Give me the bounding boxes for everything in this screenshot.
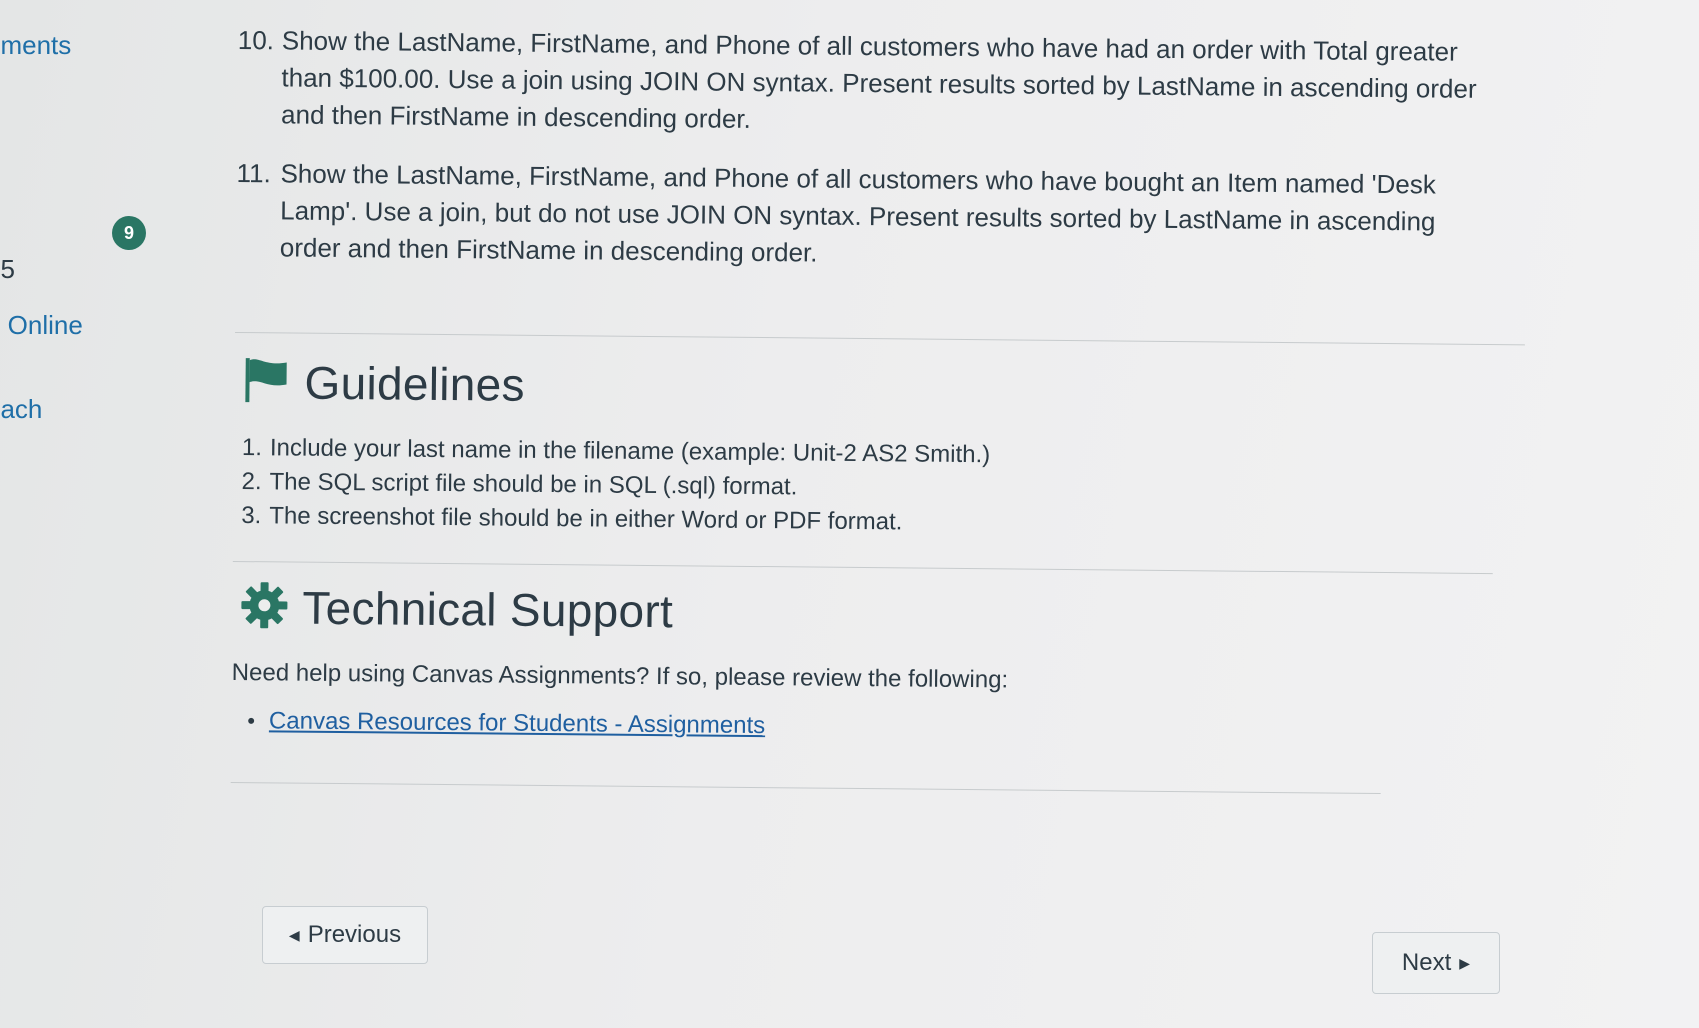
question-list: 10. Show the LastName, FirstName, and Ph… <box>236 22 1538 278</box>
bullet-icon: • <box>247 708 256 734</box>
nav-item-online[interactable]: e Online <box>0 310 83 341</box>
previous-label: Previous <box>307 921 402 948</box>
nav-item-assignments[interactable]: ements <box>0 30 71 61</box>
question-number: 11. <box>236 157 271 189</box>
divider <box>230 781 1381 795</box>
flag-icon <box>242 356 291 409</box>
divider <box>232 560 1493 575</box>
guideline-text: Include your last name in the filename (… <box>269 434 991 469</box>
guideline-number: 1. <box>241 434 263 462</box>
nav-item-number[interactable]: 55 <box>0 254 15 285</box>
divider <box>235 331 1525 346</box>
guideline-number: 3. <box>241 502 262 530</box>
support-title: Technical Support <box>302 581 674 638</box>
caret-right-icon: ▶ <box>1459 954 1471 971</box>
next-label: Next <box>1401 949 1452 976</box>
support-text: Need help using Canvas Assignments? If s… <box>231 658 1009 694</box>
support-header: Technical Support <box>240 580 1532 646</box>
support-link-item: • Canvas Resources for Students - Assign… <box>247 704 1531 750</box>
question-text: Show the LastName, FirstName, and Phone … <box>280 25 1477 134</box>
question-number: 10. <box>237 24 275 56</box>
unread-count-badge: 9 <box>112 216 146 250</box>
guideline-text: The SQL script file should be in SQL (.s… <box>269 468 798 501</box>
question-text: Show the LastName, FirstName, and Phone … <box>279 158 1436 268</box>
guideline-number: 2. <box>241 468 262 496</box>
guideline-text: The screenshot file should be in either … <box>269 502 903 536</box>
guidelines-header: Guidelines <box>242 355 1534 421</box>
canvas-resources-link[interactable]: Canvas Resources for Students - Assignme… <box>269 704 766 743</box>
course-nav: ements 9 55 e Online pach <box>0 0 200 1028</box>
support-links: • Canvas Resources for Students - Assign… <box>247 704 1531 750</box>
gear-icon <box>240 581 289 634</box>
previous-button[interactable]: ◀ Previous <box>262 906 428 964</box>
question-item: 11. Show the LastName, FirstName, and Ph… <box>236 155 1487 278</box>
guidelines-title: Guidelines <box>304 356 526 411</box>
page: ements 9 55 e Online pach 10. Show the L… <box>0 0 1699 1028</box>
guidelines-list: 1. Include your last name in the filenam… <box>241 431 1534 545</box>
caret-left-icon: ◀ <box>288 926 300 943</box>
next-button[interactable]: Next ▶ <box>1372 932 1500 994</box>
assignment-content: 10. Show the LastName, FirstName, and Ph… <box>230 22 1538 795</box>
nav-item-approach[interactable]: pach <box>0 394 42 425</box>
question-item: 10. Show the LastName, FirstName, and Ph… <box>237 22 1488 145</box>
